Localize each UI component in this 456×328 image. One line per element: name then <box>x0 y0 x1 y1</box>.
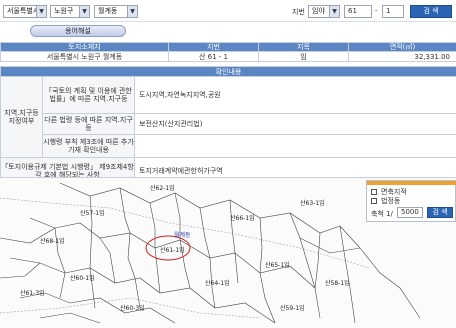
dong-select[interactable]: 월계동 ▼ <box>94 5 138 18</box>
col-header-lot: 지번 <box>168 42 259 52</box>
legend-item-label: 면축지적 <box>381 188 407 196</box>
cell-category: 임 <box>258 51 349 62</box>
district-select[interactable]: 노원구 ▼ <box>50 5 90 18</box>
row-value-other-laws: 보전산지(산지관리법) <box>134 113 456 135</box>
col-header-category: 지목 <box>258 42 349 52</box>
map-label-selected: 산61-1임 <box>160 247 185 254</box>
row-label-national-zone: 「국토의 계획 및 이용에 관한 법률」에 따른 지역.지구등 <box>42 76 135 114</box>
chevron-down-icon: ▼ <box>79 6 89 17</box>
map-label-lot: 산62-1임 <box>150 185 175 192</box>
cell-area: 32,331.00 <box>348 51 456 62</box>
map-label-dong: 월계동 <box>174 232 191 239</box>
dong-select-value: 월계동 <box>98 7 118 15</box>
map-label-lot: 산59-1임 <box>280 305 305 312</box>
city-select[interactable]: 서울특별시 ▼ <box>3 5 47 18</box>
row-label-addendum: 시행령 부칙 제3조에 따른 추가기재 확인내용 <box>42 134 135 158</box>
scale-input[interactable]: 5000 <box>397 207 423 218</box>
main-number-input[interactable]: 61 <box>344 5 372 18</box>
row-value-addendum <box>134 134 456 158</box>
dash-separator: - <box>375 7 378 15</box>
search-bar: 서울특별시 ▼ 노원구 ▼ 월계동 ▼ 지번 임야 ▼ 61 - 1 검 색 <box>0 0 456 22</box>
cell-lot-no: 산 61 - 1 <box>168 51 259 62</box>
zone-label: 지역.지구등 지정여부 <box>0 76 43 158</box>
glossary-button[interactable]: 용어해설 <box>30 25 126 37</box>
col-header-area: 면적(㎡) <box>348 42 456 52</box>
row-value-national-zone: 도시지역,자연녹지지역,공원 <box>134 76 456 114</box>
legend-item-dong[interactable]: 법정동 <box>371 196 400 206</box>
map-label-lot: 산58-1임 <box>325 280 350 287</box>
lot-label: 지번 <box>292 8 305 16</box>
lot-type-select[interactable]: 임야 ▼ <box>308 5 340 18</box>
map-label-lot: 산65-1임 <box>265 262 290 269</box>
map-label-lot: 산60-3임 <box>120 305 145 312</box>
map-label-lot: 산63-1임 <box>300 200 325 207</box>
district-select-value: 노원구 <box>54 7 74 15</box>
map-label-lot: 산57-1임 <box>80 210 105 217</box>
map-label-lot: 산66-1임 <box>230 215 255 222</box>
map-label-lot: 산64-1임 <box>205 280 230 287</box>
chevron-down-icon: ▼ <box>127 6 137 17</box>
search-button[interactable]: 검 색 <box>410 5 452 18</box>
checkbox-icon[interactable] <box>371 189 377 195</box>
map-label-lot: 산68-1임 <box>40 238 65 245</box>
lot-type-value: 임야 <box>312 7 325 15</box>
cell-location: 서울특별시 노원구 월계동 <box>0 51 169 62</box>
scale-label: 축척 1/ <box>371 210 393 218</box>
confirm-band-title: 확인내용 <box>0 66 456 77</box>
col-header-location: 토지소재지 <box>0 42 169 52</box>
legend-accent-bar <box>367 181 456 185</box>
checkbox-icon[interactable] <box>371 198 377 204</box>
row-label-other-laws: 다른 법령 등에 따른 지역.지구등 <box>42 113 135 135</box>
city-select-value: 서울특별시 <box>7 7 40 15</box>
legend-item-label: 법정동 <box>381 197 401 205</box>
map-legend-panel: 면축지적 법정동 축척 1/ 5000 검 색 <box>366 180 456 222</box>
scale-search-button[interactable]: 검 색 <box>427 207 453 218</box>
sub-number-input[interactable]: 1 <box>382 5 404 18</box>
land-info-table: 토지소재지 지번 지목 면적(㎡) 서울특별시 노원구 월계동 산 61 - 1… <box>0 42 456 62</box>
map-label-lot: 산60-1임 <box>70 275 95 282</box>
chevron-down-icon: ▼ <box>329 6 339 17</box>
map-label-lot: 산61-3임 <box>20 290 45 297</box>
chevron-down-icon: ▼ <box>36 6 46 17</box>
confirm-table: 확인내용 지역.지구등 지정여부 「국토의 계획 및 이용에 관한 법률」에 따… <box>0 66 456 184</box>
